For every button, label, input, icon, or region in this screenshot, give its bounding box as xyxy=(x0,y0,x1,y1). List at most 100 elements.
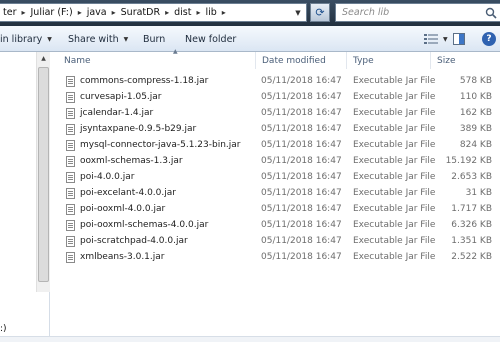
navigation-scrollbar[interactable]: ▲ xyxy=(36,52,50,292)
breadcrumb-computer[interactable]: ter xyxy=(1,7,18,18)
file-type: Executable Jar File xyxy=(353,252,436,262)
include-in-library-button[interactable]: in library ▼ xyxy=(0,26,52,52)
address-bar[interactable]: ter ▸ Juliar (F:) ▸ java ▸ SuratDR ▸ dis… xyxy=(0,3,307,22)
breadcrumb-lib[interactable]: lib xyxy=(203,7,218,18)
breadcrumb-dist[interactable]: dist xyxy=(172,7,193,18)
file-type: Executable Jar File xyxy=(353,92,436,102)
jar-file-icon xyxy=(66,105,76,121)
file-type: Executable Jar File xyxy=(353,76,436,86)
file-row[interactable]: jsyntaxpane-0.9.5-b29.jar 05/11/2018 16:… xyxy=(58,121,500,137)
chevron-right-icon[interactable]: ▸ xyxy=(109,8,119,17)
file-row[interactable]: mysql-connector-java-5.1.23-bin.jar 05/1… xyxy=(58,137,500,153)
change-view-button[interactable]: ▼ xyxy=(424,32,465,46)
file-size: 1.351 KB xyxy=(451,236,492,246)
jar-file-icon xyxy=(66,233,76,249)
file-date: 05/11/2018 16:47 xyxy=(261,252,342,262)
search-input[interactable]: Search lib xyxy=(335,3,500,22)
file-date: 05/11/2018 16:47 xyxy=(261,92,342,102)
preview-pane-icon[interactable] xyxy=(452,33,465,45)
file-name[interactable]: xmlbeans-3.0.1.jar xyxy=(80,249,164,265)
breadcrumb-suratdr[interactable]: SuratDR xyxy=(119,7,162,18)
file-type: Executable Jar File xyxy=(353,172,436,182)
jar-file-icon xyxy=(66,153,76,169)
chevron-right-icon[interactable]: ▸ xyxy=(193,8,203,17)
file-type: Executable Jar File xyxy=(353,188,436,198)
file-row[interactable]: xmlbeans-3.0.1.jar 05/11/2018 16:47 Exec… xyxy=(58,249,500,265)
file-row[interactable]: curvesapi-1.05.jar 05/11/2018 16:47 Exec… xyxy=(58,89,500,105)
file-row[interactable]: commons-compress-1.18.jar 05/11/2018 16:… xyxy=(58,73,500,89)
refresh-button[interactable]: ⟳ xyxy=(310,3,330,22)
jar-file-icon xyxy=(66,217,76,233)
new-folder-label: New folder xyxy=(185,33,237,45)
details-view-icon xyxy=(424,33,438,44)
breadcrumb-java[interactable]: java xyxy=(85,7,109,18)
column-header-name[interactable]: Name xyxy=(58,52,256,69)
refresh-icon: ⟳ xyxy=(315,6,325,19)
file-size: 2.522 KB xyxy=(451,252,492,262)
share-with-label: Share with xyxy=(68,33,119,45)
file-row[interactable]: poi-4.0.0.jar 05/11/2018 16:47 Executabl… xyxy=(58,169,500,185)
file-date: 05/11/2018 16:47 xyxy=(261,172,342,182)
file-row[interactable]: poi-scratchpad-4.0.0.jar 05/11/2018 16:4… xyxy=(58,233,500,249)
file-name[interactable]: ooxml-schemas-1.3.jar xyxy=(80,153,183,169)
file-name[interactable]: poi-scratchpad-4.0.0.jar xyxy=(80,233,188,249)
file-row[interactable]: jcalendar-1.4.jar 05/11/2018 16:47 Execu… xyxy=(58,105,500,121)
file-date: 05/11/2018 16:47 xyxy=(261,108,342,118)
chevron-down-icon[interactable]: ▼ xyxy=(292,5,304,20)
file-name[interactable]: poi-4.0.0.jar xyxy=(80,169,134,185)
file-name[interactable]: mysql-connector-java-5.1.23-bin.jar xyxy=(80,137,240,153)
search-icon[interactable] xyxy=(485,7,497,19)
file-name[interactable]: jsyntaxpane-0.9.5-b29.jar xyxy=(80,121,196,137)
column-header-type[interactable]: Type xyxy=(347,52,431,69)
column-header-date-modified[interactable]: Date modified xyxy=(256,52,347,69)
status-bar xyxy=(0,336,500,342)
file-date: 05/11/2018 16:47 xyxy=(261,220,342,230)
file-type: Executable Jar File xyxy=(353,220,436,230)
chevron-right-icon[interactable]: ▸ xyxy=(75,8,85,17)
chevron-right-icon[interactable]: ▸ xyxy=(18,8,28,17)
file-type: Executable Jar File xyxy=(353,124,436,134)
file-type: Executable Jar File xyxy=(353,140,436,150)
search-placeholder: Search lib xyxy=(342,7,390,18)
file-type: Executable Jar File xyxy=(353,236,436,246)
file-size: 2.653 KB xyxy=(451,172,492,182)
file-size: 15.192 KB xyxy=(445,156,492,166)
file-name[interactable]: curvesapi-1.05.jar xyxy=(80,89,162,105)
jar-file-icon xyxy=(66,201,76,217)
help-icon[interactable]: ? xyxy=(482,32,496,46)
file-date: 05/11/2018 16:47 xyxy=(261,156,342,166)
burn-label: Burn xyxy=(143,33,166,45)
file-type: Executable Jar File xyxy=(353,108,436,118)
file-name[interactable]: poi-ooxml-schemas-4.0.0.jar xyxy=(80,217,208,233)
file-row[interactable]: ooxml-schemas-1.3.jar 05/11/2018 16:47 E… xyxy=(58,153,500,169)
file-row[interactable]: poi-excelant-4.0.0.jar 05/11/2018 16:47 … xyxy=(58,185,500,201)
jar-file-icon xyxy=(66,169,76,185)
chevron-down-icon: ▼ xyxy=(47,35,52,43)
file-date: 05/11/2018 16:47 xyxy=(261,204,342,214)
file-size: 31 KB xyxy=(465,188,492,198)
new-folder-button[interactable]: New folder xyxy=(185,26,236,52)
file-name[interactable]: poi-ooxml-4.0.0.jar xyxy=(80,201,165,217)
burn-button[interactable]: Burn xyxy=(143,26,165,52)
breadcrumb-drive[interactable]: Juliar (F:) xyxy=(29,7,75,18)
chevron-right-icon[interactable]: ▸ xyxy=(162,8,172,17)
jar-file-icon xyxy=(66,89,76,105)
file-row[interactable]: poi-ooxml-schemas-4.0.0.jar 05/11/2018 1… xyxy=(58,217,500,233)
command-bar: in library ▼ Share with ▼ Burn New folde… xyxy=(0,26,500,52)
scrollbar-thumb[interactable] xyxy=(38,67,49,282)
file-row[interactable]: poi-ooxml-4.0.0.jar 05/11/2018 16:47 Exe… xyxy=(58,201,500,217)
include-in-library-label: in library xyxy=(0,33,43,45)
file-size: 1.717 KB xyxy=(451,204,492,214)
scroll-up-icon[interactable]: ▲ xyxy=(37,52,50,65)
nav-item-drive[interactable]: :) xyxy=(0,324,7,334)
column-header-size[interactable]: Size xyxy=(431,52,500,69)
chevron-right-icon[interactable]: ▸ xyxy=(219,8,229,17)
file-name[interactable]: commons-compress-1.18.jar xyxy=(80,73,208,89)
share-with-button[interactable]: Share with ▼ xyxy=(68,26,128,52)
file-size: 824 KB xyxy=(459,140,492,150)
file-name[interactable]: poi-excelant-4.0.0.jar xyxy=(80,185,176,201)
file-list: commons-compress-1.18.jar 05/11/2018 16:… xyxy=(58,73,500,265)
file-size: 389 KB xyxy=(459,124,492,134)
chevron-down-icon: ▼ xyxy=(123,35,129,43)
file-name[interactable]: jcalendar-1.4.jar xyxy=(80,105,153,121)
